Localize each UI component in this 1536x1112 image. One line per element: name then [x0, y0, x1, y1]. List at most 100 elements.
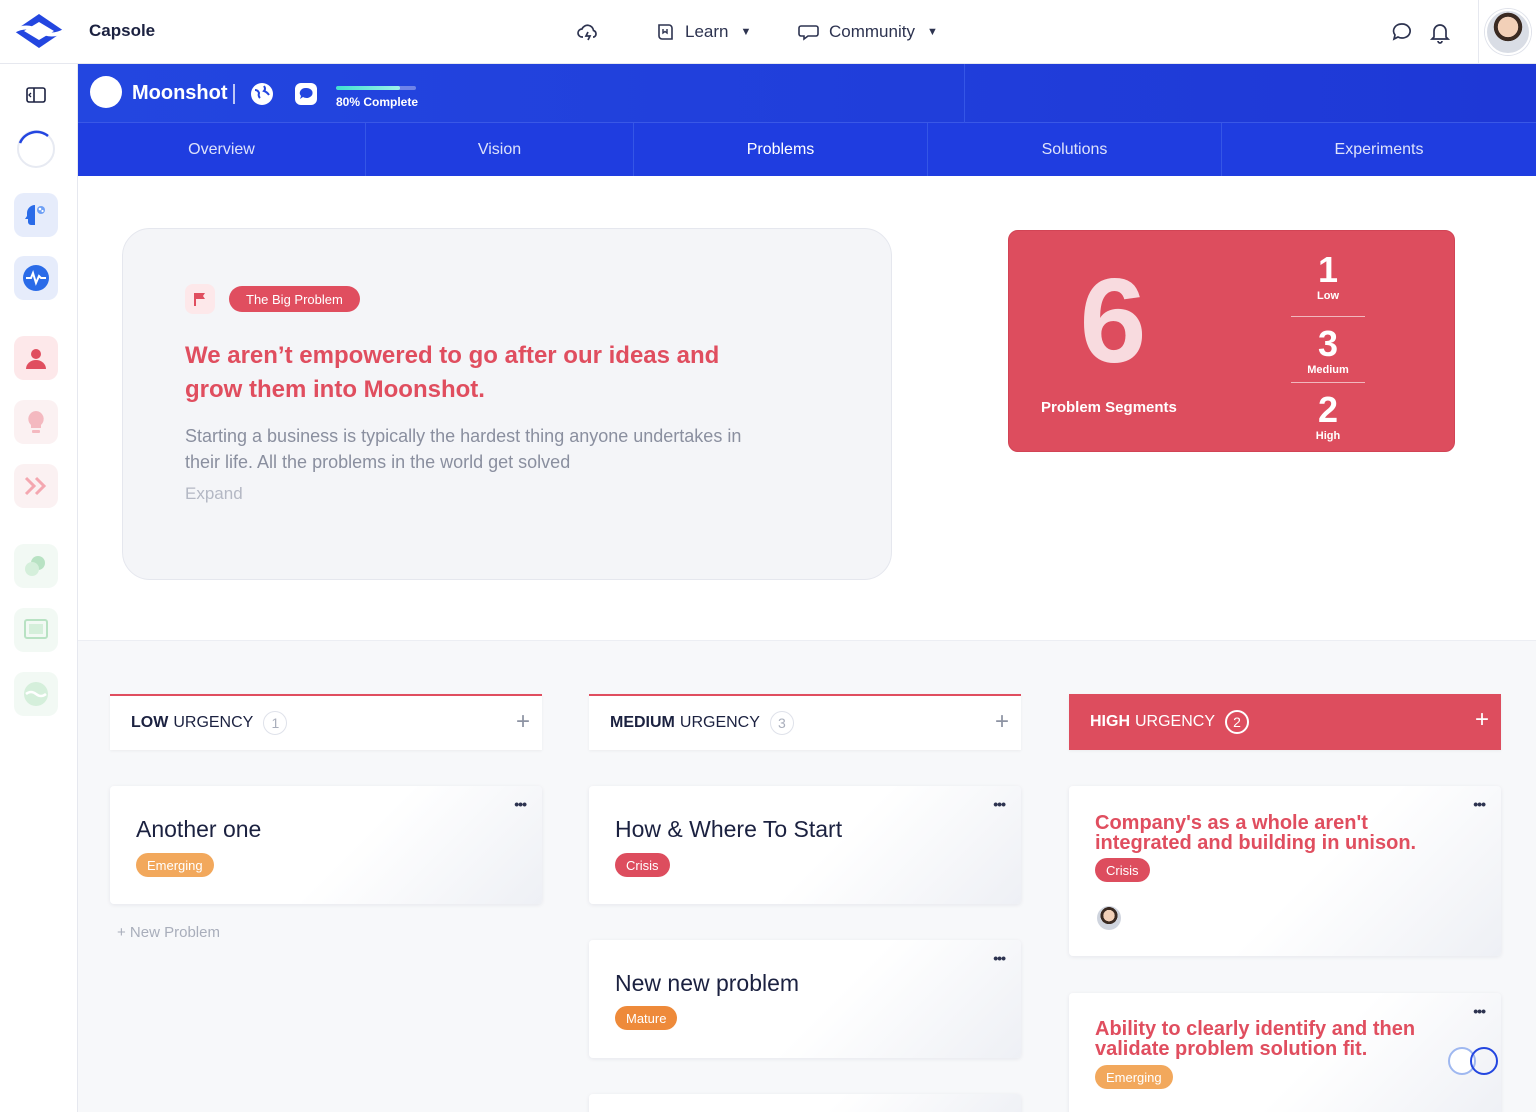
pulse-icon[interactable] — [14, 256, 58, 300]
user-icon[interactable] — [14, 336, 58, 380]
project-name: Moonshot — [132, 82, 228, 104]
low-count: 1 — [1317, 249, 1339, 290]
messages-icon[interactable] — [1388, 18, 1416, 46]
loop-icon[interactable] — [1444, 1044, 1502, 1078]
medium-urgency-rest: URGENCY — [679, 714, 760, 731]
project-progress: 80% Complete — [336, 86, 419, 109]
expand-link[interactable]: Expand — [185, 484, 243, 504]
low-urgency-header: LOW URGENCY 1 + — [110, 694, 542, 750]
avatar[interactable] — [1484, 9, 1531, 55]
more-options-icon[interactable]: ••• — [1473, 796, 1486, 812]
progress-fill — [336, 86, 400, 90]
medium-urgency-count: 3 — [769, 711, 794, 735]
high-urgency-strong: HIGH — [1090, 713, 1130, 730]
problem-card[interactable]: ••• How & Where To Start Crisis — [589, 786, 1021, 904]
big-problem-badge: The Big Problem — [229, 286, 360, 312]
problem-card-title: Company's as a whole aren't integrated a… — [1095, 812, 1417, 854]
progress-track — [336, 86, 416, 90]
user-avatar-area[interactable] — [1478, 0, 1536, 64]
bell-icon[interactable] — [1426, 18, 1454, 46]
high-count-label: High — [1315, 430, 1341, 442]
nav-community-label: Community — [829, 22, 915, 41]
handshake-icon[interactable] — [14, 672, 58, 716]
chevron-down-icon: ▼ — [926, 26, 938, 38]
low-urgency-rest: URGENCY — [173, 714, 254, 731]
nav-learn-label: Learn — [685, 22, 729, 41]
tab-vision[interactable]: Vision — [366, 123, 634, 176]
medium-urgency-strong: MEDIUM — [610, 714, 675, 731]
stage-tag: Emerging — [136, 853, 214, 877]
problem-card[interactable]: ••• Ability to clearly identify and then… — [1069, 993, 1501, 1112]
more-options-icon[interactable]: ••• — [993, 796, 1006, 812]
stage-tag: Emerging — [1095, 1065, 1173, 1089]
avatar[interactable] — [1097, 906, 1121, 930]
chat-bubble-icon — [798, 25, 819, 41]
big-problem-card: The Big Problem We aren’t empowered to g… — [122, 228, 892, 580]
big-problem-title: We aren’t empowered to go after our idea… — [185, 342, 720, 403]
problem-card[interactable]: ••• New new problem Mature — [589, 940, 1021, 1058]
add-medium-problem-button[interactable]: + — [995, 710, 1009, 734]
problem-card[interactable] — [589, 1094, 1021, 1112]
tab-overview[interactable]: Overview — [78, 123, 366, 176]
medium-urgency-header: MEDIUM URGENCY 3 + — [589, 694, 1021, 750]
total-segments-label: Problem Segments — [1041, 399, 1177, 416]
cloud-sync-icon[interactable] — [574, 18, 602, 46]
medium-count: 3 — [1317, 323, 1339, 364]
header-right-divider — [964, 64, 965, 123]
high-count-row: 2 High — [1291, 383, 1365, 448]
add-high-problem-button[interactable]: + — [1475, 708, 1489, 732]
globe-icon[interactable] — [250, 82, 274, 106]
nav-community[interactable]: Community ▼ — [797, 18, 938, 46]
problem-card-title: Another one — [136, 816, 262, 842]
chevron-down-icon: ▼ — [740, 26, 752, 38]
problem-card-title: Ability to clearly identify and then val… — [1095, 1018, 1416, 1060]
more-options-icon[interactable]: ••• — [993, 950, 1006, 966]
flag-icon — [185, 284, 215, 314]
stage-tag: Crisis — [1095, 858, 1150, 882]
weather-icon[interactable] — [14, 544, 58, 588]
big-problem-description: Starting a business is typically the har… — [185, 426, 742, 472]
tab-solutions[interactable]: Solutions — [928, 123, 1222, 176]
book-icon — [658, 24, 673, 40]
project-avatar-icon[interactable] — [90, 76, 122, 108]
low-count-label: Low — [1317, 290, 1339, 302]
fast-forward-icon[interactable] — [14, 464, 58, 508]
high-urgency-header: HIGH URGENCY 2 + — [1069, 694, 1501, 750]
stage-tag: Mature — [615, 1006, 678, 1030]
more-options-icon[interactable]: ••• — [1473, 1003, 1486, 1019]
medium-count-row: 3 Medium — [1291, 317, 1365, 382]
problem-card-title: New new problem — [615, 970, 800, 996]
header-divider — [233, 84, 235, 104]
low-count-row: 1 Low — [1291, 251, 1365, 316]
monitor-icon[interactable] — [14, 608, 58, 652]
chat-square-icon[interactable] — [294, 82, 318, 106]
more-options-icon[interactable]: ••• — [514, 796, 527, 812]
lightbulb-icon[interactable] — [14, 400, 58, 444]
medium-count-label: Medium — [1307, 364, 1349, 376]
capsole-logo-icon[interactable] — [12, 12, 66, 50]
new-problem-link[interactable]: + New Problem — [117, 924, 220, 941]
segments-breakdown: 1 Low 3 Medium 2 High — [1291, 251, 1365, 448]
total-segments-count: 6 — [1079, 254, 1147, 388]
add-low-problem-button[interactable]: + — [516, 710, 530, 734]
problem-segments-card: 6 Problem Segments 1 Low 3 Medium 2 High — [1008, 230, 1455, 452]
high-urgency-count: 2 — [1225, 710, 1250, 734]
tab-experiments[interactable]: Experiments — [1222, 123, 1536, 176]
nav-learn[interactable]: Learn ▼ — [655, 18, 751, 46]
tab-problems[interactable]: Problems — [634, 123, 928, 176]
high-urgency-rest: URGENCY — [1135, 713, 1216, 730]
app-title: Capsole — [89, 21, 156, 40]
problem-card[interactable]: ••• Another one Emerging — [110, 786, 542, 904]
project-progress-ring-icon[interactable] — [14, 127, 58, 171]
progress-label: 80% Complete — [336, 95, 419, 109]
low-urgency-count: 1 — [263, 711, 288, 735]
problem-card-title: How & Where To Start — [615, 816, 843, 842]
low-urgency-strong: LOW — [131, 714, 169, 731]
brain-icon[interactable] — [14, 193, 58, 237]
problem-card[interactable]: ••• Company's as a whole aren't integrat… — [1069, 786, 1501, 956]
sidebar — [0, 64, 78, 1112]
section-tabs: Overview Vision Problems Solutions Exper… — [78, 123, 1536, 176]
sidebar-toggle-icon[interactable] — [14, 73, 58, 117]
stage-tag: Crisis — [615, 853, 670, 877]
high-count: 2 — [1317, 389, 1339, 430]
